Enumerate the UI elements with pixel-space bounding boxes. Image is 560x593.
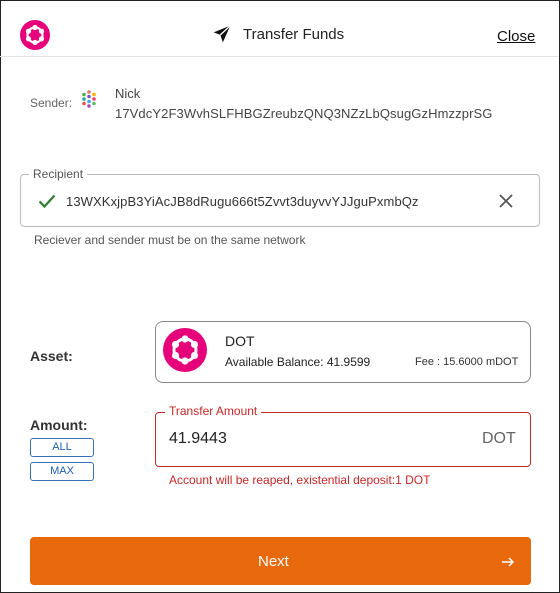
transfer-amount-label: Transfer Amount (165, 404, 262, 418)
amount-error-text: Account will be reaped, existential depo… (169, 473, 431, 487)
next-button-label: Next (258, 553, 289, 570)
available-balance: Available Balance: 41.9599 (225, 355, 371, 369)
recipient-address-input[interactable]: 13WXKxjpB3YiAcJB8dRugu666t5Zvvt3duyvvYJJ… (66, 194, 419, 209)
amount-label: Amount: (30, 417, 88, 433)
sender-address: 17VdcY2F3WvhSLFHBGZreubzQNQ3NZzLbQsugGzH… (115, 106, 493, 121)
asset-label: Asset: (30, 348, 73, 364)
all-button[interactable]: ALL (30, 438, 94, 457)
identicon-icon (82, 90, 96, 108)
dot-token-icon (163, 328, 207, 372)
sender-label: Sender: (30, 96, 73, 110)
close-link[interactable]: Close (497, 28, 535, 45)
polkadot-logo-icon (20, 20, 50, 50)
close-icon[interactable] (497, 192, 515, 210)
transfer-funds-window (0, 0, 560, 593)
transfer-amount-input[interactable]: 41.9443 (169, 430, 227, 448)
recipient-helper-text: Reciever and sender must be on the same … (34, 233, 306, 247)
asset-selector[interactable] (155, 321, 531, 383)
page-title: Transfer Funds (243, 25, 345, 43)
check-icon (38, 194, 56, 209)
sender-name: Nick (115, 86, 141, 101)
amount-unit: DOT (482, 430, 516, 447)
header-title-group: Transfer Funds (212, 24, 344, 44)
recipient-label: Recipient (29, 167, 88, 181)
paper-plane-icon (213, 25, 231, 43)
arrow-right-icon (502, 557, 515, 567)
max-button[interactable]: MAX (30, 462, 94, 481)
asset-symbol: DOT (225, 333, 255, 349)
fee-text: Fee : 15.6000 mDOT (415, 356, 519, 368)
